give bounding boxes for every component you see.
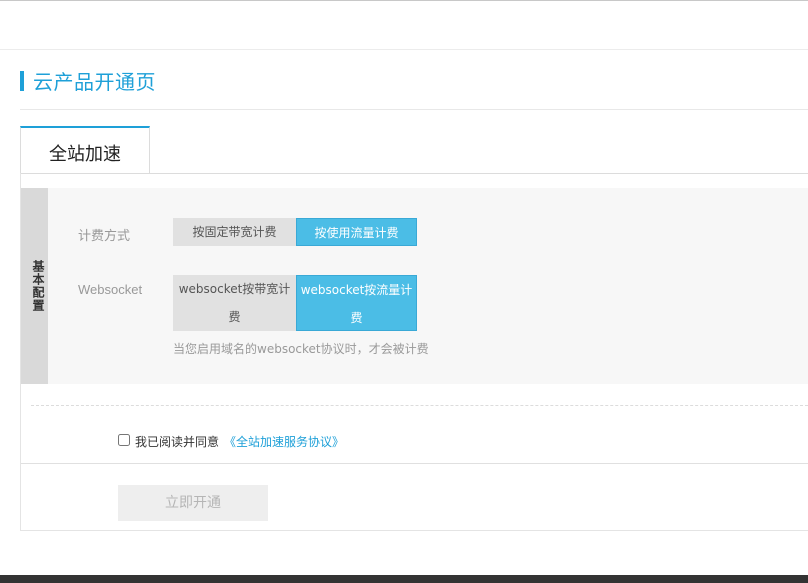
product-tabs: 全站加速 [20, 126, 808, 174]
config-section-label: 基本配置 [31, 260, 45, 312]
tab-full-site-acceleration[interactable]: 全站加速 [20, 126, 150, 173]
billing-option-fixed-bandwidth[interactable]: 按固定带宽计费 [173, 218, 296, 246]
billing-option-traffic[interactable]: 按使用流量计费 [296, 218, 417, 246]
websocket-billing-hint: 当您启用域名的websocket协议时，才会被计费 [173, 342, 429, 356]
agreement-link[interactable]: 《全站加速服务协议》 [224, 433, 344, 450]
page-header: 云产品开通页 [20, 64, 808, 98]
websocket-option-traffic[interactable]: websocket按流量计费 [296, 275, 417, 331]
top-navigation-bar [0, 0, 808, 50]
dashed-divider [31, 405, 808, 406]
websocket-label: Websocket [78, 282, 143, 297]
footer-bar [0, 575, 808, 583]
config-section-sidebar: 基本配置 [21, 188, 48, 384]
billing-method-label: 计费方式 [78, 228, 131, 243]
agreement-text: 我已阅读并同意 [135, 435, 220, 449]
order-panel: 基本配置 计费方式 按固定带宽计费 按使用流量计费 Websocket webs… [20, 173, 808, 531]
agreement-checkbox[interactable] [118, 434, 130, 446]
page-title: 云产品开通页 [33, 70, 156, 94]
action-divider [21, 463, 808, 464]
activate-now-button[interactable]: 立即开通 [118, 485, 268, 521]
title-accent-bar [20, 71, 24, 91]
basic-config-section: 基本配置 计费方式 按固定带宽计费 按使用流量计费 Websocket webs… [21, 188, 808, 384]
header-divider [20, 109, 808, 110]
websocket-option-bandwidth[interactable]: websocket按带宽计费 [173, 275, 296, 331]
